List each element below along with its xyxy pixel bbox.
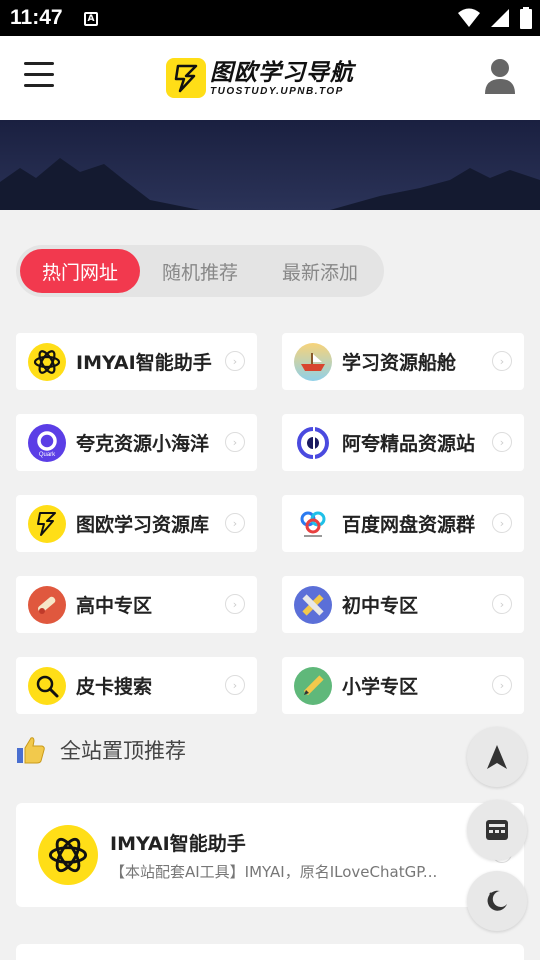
lightning-logo-icon: [166, 58, 206, 98]
thumbs-up-icon: [17, 737, 45, 764]
baidu-netdisk-icon: [294, 504, 332, 543]
status-bar: 11:47 A: [0, 0, 540, 36]
tab-latest[interactable]: 最新添加: [260, 249, 380, 293]
chevron-right-icon: ›: [225, 513, 245, 533]
status-icons: [458, 7, 532, 29]
site-label: 皮卡搜索: [76, 676, 153, 698]
site-card-high-school[interactable]: 高中专区 ›: [16, 576, 257, 633]
site-card-akua[interactable]: 阿夸精品资源站 ›: [282, 414, 524, 471]
notification-icon: A: [84, 12, 98, 26]
site-grid: IMYAI智能助手 › 学习资源船舱 › Quark 夸克资源小海洋 › 阿夸精…: [16, 333, 526, 714]
site-card-baidu[interactable]: 百度网盘资源群 ›: [282, 495, 524, 552]
site-label: 夸克资源小海洋: [76, 433, 210, 455]
site-label: IMYAI智能助手: [76, 352, 212, 374]
chevron-right-icon: ›: [492, 513, 512, 533]
site-label: 图欧学习资源库: [76, 514, 210, 536]
site-label: 初中专区: [342, 595, 419, 617]
user-icon[interactable]: [484, 58, 516, 94]
site-label: 阿夸精品资源站: [342, 433, 476, 455]
calculator-icon: [486, 820, 508, 840]
pencil-icon: [294, 666, 332, 705]
battery-icon: [520, 7, 532, 29]
site-card-imyai[interactable]: IMYAI智能助手 ›: [16, 333, 257, 390]
section-header: 全站置顶推荐: [16, 735, 186, 765]
moon-icon: [487, 890, 507, 911]
chevron-right-icon: ›: [492, 351, 512, 371]
openai-logo-icon: [38, 825, 98, 885]
chevron-right-icon: ›: [225, 432, 245, 452]
logo-subtitle: TUOSTUDY.UPNB.TOP: [210, 85, 344, 97]
site-card-ship[interactable]: 学习资源船舱 ›: [282, 333, 524, 390]
navigation-arrow-icon: [487, 745, 507, 769]
back-to-top-button[interactable]: [467, 727, 527, 787]
site-card-tuo-library[interactable]: 图欧学习资源库 ›: [16, 495, 257, 552]
featured-card[interactable]: IMYAI智能助手 【本站配套AI工具】IMYAI，原名ILoveChatGP.…: [16, 803, 524, 907]
openai-logo-icon: [28, 342, 66, 381]
header-banner: [0, 120, 540, 210]
chevron-right-icon: ›: [492, 594, 512, 614]
app-header: 图欧学习导航 TUOSTUDY.UPNB.TOP: [0, 36, 540, 120]
calculator-button[interactable]: [467, 800, 527, 860]
chevron-right-icon: ›: [225, 675, 245, 695]
site-card-primary-school[interactable]: 小学专区 ›: [282, 657, 524, 714]
quark-icon: Quark: [28, 423, 66, 462]
site-card-quark[interactable]: Quark 夸克资源小海洋 ›: [16, 414, 257, 471]
chevron-right-icon: ›: [492, 432, 512, 452]
dark-mode-toggle[interactable]: [467, 871, 527, 931]
tab-random[interactable]: 随机推荐: [140, 249, 260, 293]
wifi-icon: [458, 8, 480, 27]
featured-title: IMYAI智能助手: [110, 833, 246, 855]
search-magnifier-icon: [28, 666, 66, 705]
site-label: 高中专区: [76, 595, 153, 617]
tuo-lightning-icon: [28, 504, 66, 543]
chevron-right-icon: ›: [492, 675, 512, 695]
site-label: 百度网盘资源群: [342, 514, 476, 536]
site-label: 小学专区: [342, 676, 419, 698]
svg-text:Quark: Quark: [39, 452, 56, 458]
site-label: 学习资源船舱: [342, 352, 457, 374]
logo-title: 图欧学习导航: [210, 59, 354, 86]
chevron-right-icon: ›: [225, 594, 245, 614]
hamburger-menu-icon[interactable]: [24, 62, 58, 94]
section-title: 全站置顶推荐: [60, 739, 186, 763]
site-card-pika-search[interactable]: 皮卡搜索 ›: [16, 657, 257, 714]
chevron-right-icon: ›: [225, 351, 245, 371]
featured-description: 【本站配套AI工具】IMYAI，原名ILoveChatGP...: [110, 863, 438, 881]
akua-icon: [294, 423, 332, 462]
status-time: 11:47: [10, 6, 63, 29]
signal-icon: [491, 9, 509, 27]
site-logo[interactable]: 图欧学习导航 TUOSTUDY.UPNB.TOP: [166, 56, 354, 100]
next-featured-card[interactable]: [16, 944, 524, 960]
ship-icon: [294, 342, 332, 381]
site-card-middle-school[interactable]: 初中专区 ›: [282, 576, 524, 633]
tab-hot-sites[interactable]: 热门网址: [20, 249, 140, 293]
tab-bar: 热门网址 随机推荐 最新添加: [16, 245, 384, 297]
ruler-pencil-icon: [294, 585, 332, 624]
diploma-icon: [28, 585, 66, 624]
